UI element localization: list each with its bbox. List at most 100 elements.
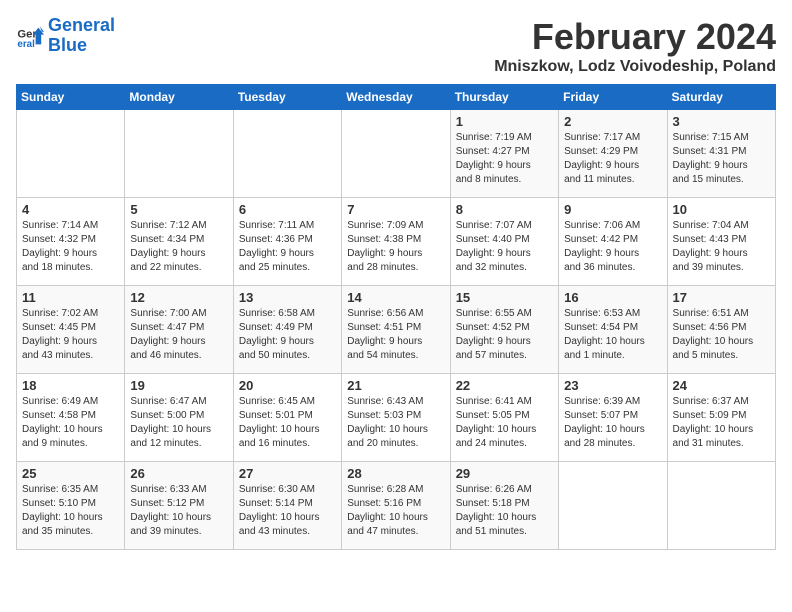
calendar-cell [667, 462, 775, 550]
calendar-cell: 22 Sunrise: 6:41 AM Sunset: 5:05 PM Dayli… [450, 374, 558, 462]
calendar-cell: 24 Sunrise: 6:37 AM Sunset: 5:09 PM Dayli… [667, 374, 775, 462]
day-number: 4 [22, 202, 119, 217]
day-number: 1 [456, 114, 553, 129]
day-number: 9 [564, 202, 661, 217]
cell-info: Sunrise: 6:30 AM Sunset: 5:14 PM Dayligh… [239, 483, 336, 539]
month-title: February 2024 [494, 16, 776, 58]
day-number: 14 [347, 290, 444, 305]
day-number: 24 [673, 378, 770, 393]
cell-info: Sunrise: 6:37 AM Sunset: 5:09 PM Dayligh… [673, 395, 770, 451]
weekday-header-tuesday: Tuesday [233, 85, 341, 110]
calendar-cell: 23 Sunrise: 6:39 AM Sunset: 5:07 PM Dayli… [559, 374, 667, 462]
day-number: 19 [130, 378, 227, 393]
logo-icon: Gen eral [16, 22, 44, 50]
cell-info: Sunrise: 6:26 AM Sunset: 5:18 PM Dayligh… [456, 483, 553, 539]
calendar-cell: 14 Sunrise: 6:56 AM Sunset: 4:51 PM Dayli… [342, 286, 450, 374]
cell-info: Sunrise: 6:39 AM Sunset: 5:07 PM Dayligh… [564, 395, 661, 451]
day-number: 10 [673, 202, 770, 217]
cell-info: Sunrise: 7:17 AM Sunset: 4:29 PM Dayligh… [564, 131, 661, 187]
cell-info: Sunrise: 6:47 AM Sunset: 5:00 PM Dayligh… [130, 395, 227, 451]
calendar-cell: 9 Sunrise: 7:06 AM Sunset: 4:42 PM Daylig… [559, 198, 667, 286]
logo-text-line1: General [48, 16, 115, 36]
calendar-cell: 29Sunrise: 6:26 AM Sunset: 5:18 PM Dayli… [450, 462, 558, 550]
day-number: 6 [239, 202, 336, 217]
calendar-cell: 12 Sunrise: 7:00 AM Sunset: 4:47 PM Dayli… [125, 286, 233, 374]
calendar-cell [559, 462, 667, 550]
cell-info: Sunrise: 7:06 AM Sunset: 4:42 PM Dayligh… [564, 219, 661, 275]
week-row-1: 1 Sunrise: 7:19 AM Sunset: 4:27 PM Daylig… [17, 110, 776, 198]
weekday-header-row: SundayMondayTuesdayWednesdayThursdayFrid… [17, 85, 776, 110]
calendar-cell: 27 Sunrise: 6:30 AM Sunset: 5:14 PM Dayli… [233, 462, 341, 550]
calendar-cell: 1 Sunrise: 7:19 AM Sunset: 4:27 PM Daylig… [450, 110, 558, 198]
calendar-cell: 15Sunrise: 6:55 AM Sunset: 4:52 PM Dayli… [450, 286, 558, 374]
day-number: 22 [456, 378, 553, 393]
cell-info: Sunrise: 7:02 AM Sunset: 4:45 PM Dayligh… [22, 307, 119, 363]
cell-info: Sunrise: 7:00 AM Sunset: 4:47 PM Dayligh… [130, 307, 227, 363]
weekday-header-wednesday: Wednesday [342, 85, 450, 110]
day-number: 12 [130, 290, 227, 305]
calendar-cell: 7Sunrise: 7:09 AM Sunset: 4:38 PM Daylig… [342, 198, 450, 286]
location-title: Mniszkow, Lodz Voivodeship, Poland [494, 58, 776, 76]
day-number: 28 [347, 466, 444, 481]
week-row-3: 11 Sunrise: 7:02 AM Sunset: 4:45 PM Dayli… [17, 286, 776, 374]
cell-info: Sunrise: 7:19 AM Sunset: 4:27 PM Dayligh… [456, 131, 553, 187]
calendar-cell [342, 110, 450, 198]
week-row-4: 18 Sunrise: 6:49 AM Sunset: 4:58 PM Dayli… [17, 374, 776, 462]
calendar-cell [125, 110, 233, 198]
cell-info: Sunrise: 6:33 AM Sunset: 5:12 PM Dayligh… [130, 483, 227, 539]
cell-info: Sunrise: 7:12 AM Sunset: 4:34 PM Dayligh… [130, 219, 227, 275]
calendar-cell: 28 Sunrise: 6:28 AM Sunset: 5:16 PM Dayli… [342, 462, 450, 550]
calendar-cell [17, 110, 125, 198]
calendar-cell: 25Sunrise: 6:35 AM Sunset: 5:10 PM Dayli… [17, 462, 125, 550]
cell-info: Sunrise: 7:14 AM Sunset: 4:32 PM Dayligh… [22, 219, 119, 275]
cell-info: Sunrise: 6:58 AM Sunset: 4:49 PM Dayligh… [239, 307, 336, 363]
calendar-cell: 11 Sunrise: 7:02 AM Sunset: 4:45 PM Dayli… [17, 286, 125, 374]
cell-info: Sunrise: 7:09 AM Sunset: 4:38 PM Dayligh… [347, 219, 444, 275]
calendar-table: SundayMondayTuesdayWednesdayThursdayFrid… [16, 84, 776, 550]
cell-info: Sunrise: 7:15 AM Sunset: 4:31 PM Dayligh… [673, 131, 770, 187]
weekday-header-monday: Monday [125, 85, 233, 110]
day-number: 5 [130, 202, 227, 217]
day-number: 3 [673, 114, 770, 129]
weekday-header-thursday: Thursday [450, 85, 558, 110]
week-row-2: 4 Sunrise: 7:14 AM Sunset: 4:32 PM Daylig… [17, 198, 776, 286]
weekday-header-sunday: Sunday [17, 85, 125, 110]
calendar-cell: 26 Sunrise: 6:33 AM Sunset: 5:12 PM Dayli… [125, 462, 233, 550]
cell-info: Sunrise: 6:49 AM Sunset: 4:58 PM Dayligh… [22, 395, 119, 451]
weekday-header-friday: Friday [559, 85, 667, 110]
svg-text:eral: eral [17, 39, 35, 50]
calendar-cell: 2 Sunrise: 7:17 AM Sunset: 4:29 PM Daylig… [559, 110, 667, 198]
cell-info: Sunrise: 6:43 AM Sunset: 5:03 PM Dayligh… [347, 395, 444, 451]
day-number: 26 [130, 466, 227, 481]
cell-info: Sunrise: 7:11 AM Sunset: 4:36 PM Dayligh… [239, 219, 336, 275]
cell-info: Sunrise: 6:45 AM Sunset: 5:01 PM Dayligh… [239, 395, 336, 451]
cell-info: Sunrise: 6:28 AM Sunset: 5:16 PM Dayligh… [347, 483, 444, 539]
calendar-cell: 20 Sunrise: 6:45 AM Sunset: 5:01 PM Dayli… [233, 374, 341, 462]
calendar-cell: 21 Sunrise: 6:43 AM Sunset: 5:03 PM Dayli… [342, 374, 450, 462]
calendar-cell: 4 Sunrise: 7:14 AM Sunset: 4:32 PM Daylig… [17, 198, 125, 286]
day-number: 23 [564, 378, 661, 393]
calendar-cell: 6 Sunrise: 7:11 AM Sunset: 4:36 PM Daylig… [233, 198, 341, 286]
day-number: 11 [22, 290, 119, 305]
day-number: 21 [347, 378, 444, 393]
day-number: 17 [673, 290, 770, 305]
cell-info: Sunrise: 6:41 AM Sunset: 5:05 PM Dayligh… [456, 395, 553, 451]
day-number: 2 [564, 114, 661, 129]
cell-info: Sunrise: 6:35 AM Sunset: 5:10 PM Dayligh… [22, 483, 119, 539]
calendar-cell: 18 Sunrise: 6:49 AM Sunset: 4:58 PM Dayli… [17, 374, 125, 462]
cell-info: Sunrise: 7:07 AM Sunset: 4:40 PM Dayligh… [456, 219, 553, 275]
week-row-5: 25Sunrise: 6:35 AM Sunset: 5:10 PM Dayli… [17, 462, 776, 550]
day-number: 8 [456, 202, 553, 217]
title-area: February 2024 Mniszkow, Lodz Voivodeship… [494, 16, 776, 76]
calendar-cell: 5 Sunrise: 7:12 AM Sunset: 4:34 PM Daylig… [125, 198, 233, 286]
cell-info: Sunrise: 6:51 AM Sunset: 4:56 PM Dayligh… [673, 307, 770, 363]
header: Gen eral General Blue February 2024 Mnis… [16, 16, 776, 76]
calendar-cell: 16Sunrise: 6:53 AM Sunset: 4:54 PM Dayli… [559, 286, 667, 374]
day-number: 18 [22, 378, 119, 393]
day-number: 20 [239, 378, 336, 393]
day-number: 27 [239, 466, 336, 481]
calendar-cell: 17 Sunrise: 6:51 AM Sunset: 4:56 PM Dayli… [667, 286, 775, 374]
day-number: 15 [456, 290, 553, 305]
logo: Gen eral General Blue [16, 16, 115, 56]
cell-info: Sunrise: 6:56 AM Sunset: 4:51 PM Dayligh… [347, 307, 444, 363]
